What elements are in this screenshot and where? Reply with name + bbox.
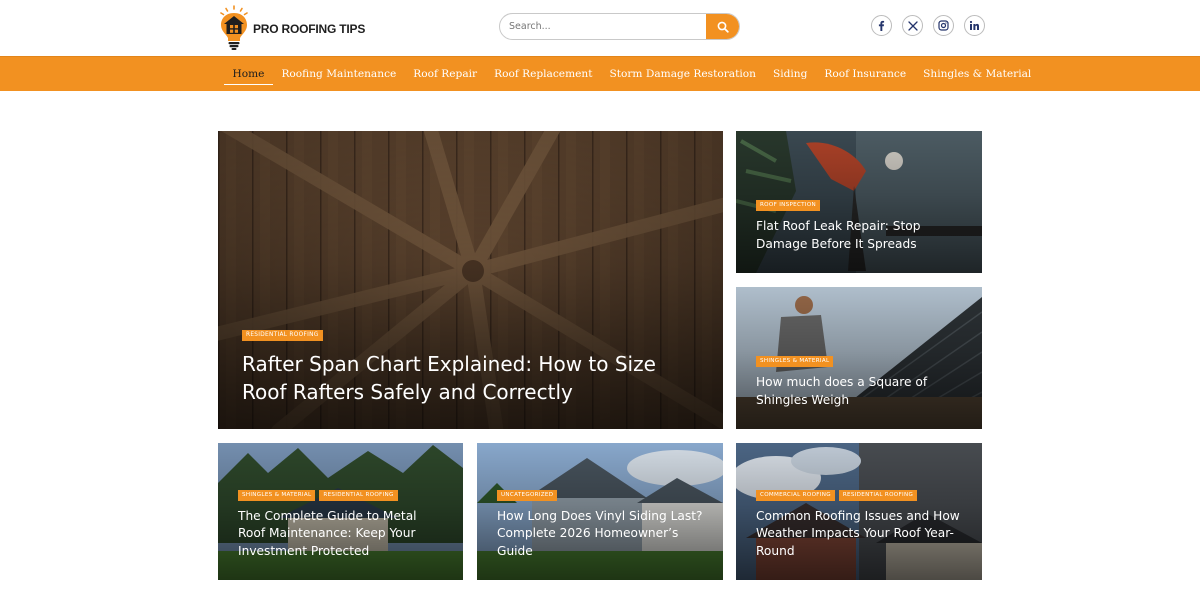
nav-item-roofing-maintenance[interactable]: Roofing Maintenance	[273, 57, 405, 91]
nav-item-storm-damage-restoration[interactable]: Storm Damage Restoration	[601, 57, 765, 91]
post-content: SHINGLES & MATERIAL RESIDENTIAL ROOFING …	[238, 489, 447, 561]
linkedin-link[interactable]	[964, 15, 985, 36]
category-tag[interactable]: SHINGLES & MATERIAL	[756, 356, 834, 367]
search-icon	[717, 21, 729, 33]
x-icon	[907, 20, 918, 31]
post-title[interactable]: Common Roofing Issues and How Weather Im…	[756, 508, 966, 561]
site-logo[interactable]: PRO ROOFING TIPS	[218, 4, 365, 52]
search-input[interactable]	[500, 14, 708, 39]
category-tag[interactable]: RESIDENTIAL ROOFING	[319, 489, 398, 501]
search-form	[499, 13, 740, 40]
nav-item-roof-insurance[interactable]: Roof Insurance	[816, 57, 915, 91]
nav-item-roof-repair[interactable]: Roof Repair	[405, 57, 486, 91]
post-tags: SHINGLES & MATERIAL	[756, 356, 966, 367]
post-tags: COMMERCIAL ROOFING RESIDENTIAL ROOFING	[756, 489, 966, 501]
post-content: UNCATEGORIZED How Long Does Vinyl Siding…	[497, 489, 707, 561]
category-tag[interactable]: RESIDENTIAL ROOFING	[242, 330, 323, 341]
post-content: SHINGLES & MATERIAL How much does a Squa…	[756, 356, 966, 409]
post-title[interactable]: Rafter Span Chart Explained: How to Size…	[242, 350, 699, 406]
x-link[interactable]	[902, 15, 923, 36]
post-content: COMMERCIAL ROOFING RESIDENTIAL ROOFING C…	[756, 489, 966, 561]
lightbulb-house-logo-icon	[220, 5, 248, 50]
post-card[interactable]: SHINGLES & MATERIAL How much does a Squa…	[736, 287, 982, 429]
facebook-icon	[878, 20, 885, 31]
post-content: ROOF INSPECTION Flat Roof Leak Repair: S…	[756, 200, 966, 253]
post-content: RESIDENTIAL ROOFING Rafter Span Chart Ex…	[242, 330, 699, 406]
facebook-link[interactable]	[871, 15, 892, 36]
site-header: PRO ROOFING TIPS	[0, 0, 1200, 56]
category-tag[interactable]: RESIDENTIAL ROOFING	[838, 489, 918, 501]
main-navigation: Home Roofing Maintenance Roof Repair Roo…	[0, 56, 1200, 91]
instagram-link[interactable]	[933, 15, 954, 36]
post-card[interactable]: SHINGLES & MATERIAL RESIDENTIAL ROOFING …	[218, 443, 463, 580]
nav-item-shingles-material[interactable]: Shingles & Material	[915, 57, 1040, 91]
category-tag[interactable]: ROOF INSPECTION	[756, 200, 821, 211]
site-name: PRO ROOFING TIPS	[253, 22, 366, 36]
post-tags: SHINGLES & MATERIAL RESIDENTIAL ROOFING	[238, 489, 447, 501]
post-tags: RESIDENTIAL ROOFING	[242, 330, 699, 341]
post-title[interactable]: The Complete Guide to Metal Roof Mainten…	[238, 508, 447, 561]
post-card[interactable]: ROOF INSPECTION Flat Roof Leak Repair: S…	[736, 131, 982, 273]
instagram-icon	[938, 20, 949, 31]
linkedin-icon	[969, 20, 979, 30]
social-links	[871, 15, 985, 36]
post-card[interactable]: UNCATEGORIZED How Long Does Vinyl Siding…	[477, 443, 723, 580]
post-title[interactable]: How Long Does Vinyl Siding Last? Complet…	[497, 508, 707, 561]
post-tags: UNCATEGORIZED	[497, 489, 707, 501]
category-tag[interactable]: SHINGLES & MATERIAL	[238, 489, 316, 501]
nav-item-home[interactable]: Home	[224, 57, 273, 91]
post-title[interactable]: Flat Roof Leak Repair: Stop Damage Befor…	[756, 218, 966, 253]
category-tag[interactable]: UNCATEGORIZED	[497, 489, 558, 501]
post-card[interactable]: COMMERCIAL ROOFING RESIDENTIAL ROOFING C…	[736, 443, 982, 580]
post-title[interactable]: How much does a Square of Shingles Weigh	[756, 374, 966, 409]
featured-post-card[interactable]: RESIDENTIAL ROOFING Rafter Span Chart Ex…	[218, 131, 723, 429]
nav-item-siding[interactable]: Siding	[764, 57, 815, 91]
search-button[interactable]	[706, 14, 739, 39]
nav-menu: Home Roofing Maintenance Roof Repair Roo…	[224, 57, 1040, 91]
nav-item-roof-replacement[interactable]: Roof Replacement	[486, 57, 601, 91]
post-tags: ROOF INSPECTION	[756, 200, 966, 211]
category-tag[interactable]: COMMERCIAL ROOFING	[756, 489, 835, 501]
